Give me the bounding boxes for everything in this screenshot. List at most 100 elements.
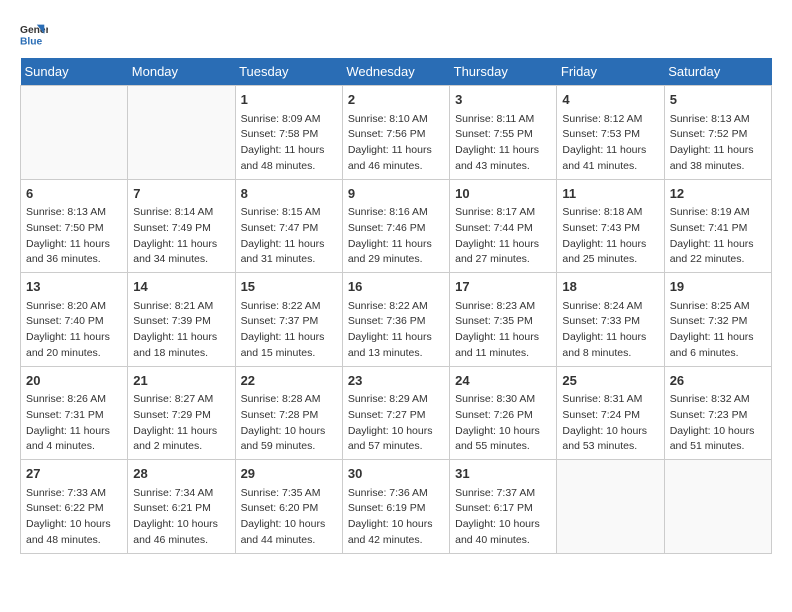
day-number: 12 <box>670 184 766 204</box>
day-number: 7 <box>133 184 229 204</box>
day-cell: 20Sunrise: 8:26 AM Sunset: 7:31 PM Dayli… <box>21 366 128 460</box>
day-number: 26 <box>670 371 766 391</box>
day-info: Sunrise: 7:36 AM Sunset: 6:19 PM Dayligh… <box>348 486 444 549</box>
logo: General Blue <box>20 20 52 48</box>
day-cell: 27Sunrise: 7:33 AM Sunset: 6:22 PM Dayli… <box>21 460 128 554</box>
day-info: Sunrise: 8:29 AM Sunset: 7:27 PM Dayligh… <box>348 392 444 455</box>
day-info: Sunrise: 8:22 AM Sunset: 7:37 PM Dayligh… <box>241 299 337 362</box>
day-info: Sunrise: 8:13 AM Sunset: 7:50 PM Dayligh… <box>26 205 122 268</box>
weekday-header-monday: Monday <box>128 58 235 86</box>
day-info: Sunrise: 8:24 AM Sunset: 7:33 PM Dayligh… <box>562 299 658 362</box>
day-info: Sunrise: 8:13 AM Sunset: 7:52 PM Dayligh… <box>670 112 766 175</box>
day-cell: 10Sunrise: 8:17 AM Sunset: 7:44 PM Dayli… <box>450 179 557 273</box>
day-cell: 24Sunrise: 8:30 AM Sunset: 7:26 PM Dayli… <box>450 366 557 460</box>
weekday-header-thursday: Thursday <box>450 58 557 86</box>
day-info: Sunrise: 8:21 AM Sunset: 7:39 PM Dayligh… <box>133 299 229 362</box>
day-cell: 17Sunrise: 8:23 AM Sunset: 7:35 PM Dayli… <box>450 273 557 367</box>
day-number: 8 <box>241 184 337 204</box>
svg-text:Blue: Blue <box>20 36 43 47</box>
day-cell: 15Sunrise: 8:22 AM Sunset: 7:37 PM Dayli… <box>235 273 342 367</box>
day-info: Sunrise: 8:30 AM Sunset: 7:26 PM Dayligh… <box>455 392 551 455</box>
day-cell: 26Sunrise: 8:32 AM Sunset: 7:23 PM Dayli… <box>664 366 771 460</box>
day-number: 21 <box>133 371 229 391</box>
day-cell: 7Sunrise: 8:14 AM Sunset: 7:49 PM Daylig… <box>128 179 235 273</box>
day-info: Sunrise: 7:34 AM Sunset: 6:21 PM Dayligh… <box>133 486 229 549</box>
day-number: 6 <box>26 184 122 204</box>
day-cell <box>21 86 128 180</box>
day-cell: 3Sunrise: 8:11 AM Sunset: 7:55 PM Daylig… <box>450 86 557 180</box>
page-header: General Blue <box>20 20 772 48</box>
week-row-5: 27Sunrise: 7:33 AM Sunset: 6:22 PM Dayli… <box>21 460 772 554</box>
day-info: Sunrise: 8:14 AM Sunset: 7:49 PM Dayligh… <box>133 205 229 268</box>
day-info: Sunrise: 8:22 AM Sunset: 7:36 PM Dayligh… <box>348 299 444 362</box>
day-info: Sunrise: 8:12 AM Sunset: 7:53 PM Dayligh… <box>562 112 658 175</box>
day-cell: 25Sunrise: 8:31 AM Sunset: 7:24 PM Dayli… <box>557 366 664 460</box>
day-info: Sunrise: 8:25 AM Sunset: 7:32 PM Dayligh… <box>670 299 766 362</box>
day-number: 27 <box>26 464 122 484</box>
day-cell: 13Sunrise: 8:20 AM Sunset: 7:40 PM Dayli… <box>21 273 128 367</box>
day-cell: 5Sunrise: 8:13 AM Sunset: 7:52 PM Daylig… <box>664 86 771 180</box>
day-number: 3 <box>455 90 551 110</box>
day-info: Sunrise: 8:10 AM Sunset: 7:56 PM Dayligh… <box>348 112 444 175</box>
day-cell: 1Sunrise: 8:09 AM Sunset: 7:58 PM Daylig… <box>235 86 342 180</box>
day-info: Sunrise: 8:18 AM Sunset: 7:43 PM Dayligh… <box>562 205 658 268</box>
day-number: 10 <box>455 184 551 204</box>
week-row-2: 6Sunrise: 8:13 AM Sunset: 7:50 PM Daylig… <box>21 179 772 273</box>
day-info: Sunrise: 8:16 AM Sunset: 7:46 PM Dayligh… <box>348 205 444 268</box>
day-cell: 29Sunrise: 7:35 AM Sunset: 6:20 PM Dayli… <box>235 460 342 554</box>
day-number: 20 <box>26 371 122 391</box>
day-number: 14 <box>133 277 229 297</box>
day-number: 30 <box>348 464 444 484</box>
day-number: 13 <box>26 277 122 297</box>
day-number: 28 <box>133 464 229 484</box>
day-number: 29 <box>241 464 337 484</box>
weekday-header-friday: Friday <box>557 58 664 86</box>
day-number: 19 <box>670 277 766 297</box>
day-cell: 23Sunrise: 8:29 AM Sunset: 7:27 PM Dayli… <box>342 366 449 460</box>
day-cell: 2Sunrise: 8:10 AM Sunset: 7:56 PM Daylig… <box>342 86 449 180</box>
day-info: Sunrise: 8:09 AM Sunset: 7:58 PM Dayligh… <box>241 112 337 175</box>
day-info: Sunrise: 8:27 AM Sunset: 7:29 PM Dayligh… <box>133 392 229 455</box>
day-cell: 30Sunrise: 7:36 AM Sunset: 6:19 PM Dayli… <box>342 460 449 554</box>
day-cell: 18Sunrise: 8:24 AM Sunset: 7:33 PM Dayli… <box>557 273 664 367</box>
day-info: Sunrise: 8:32 AM Sunset: 7:23 PM Dayligh… <box>670 392 766 455</box>
day-number: 5 <box>670 90 766 110</box>
weekday-header-tuesday: Tuesday <box>235 58 342 86</box>
weekday-header-saturday: Saturday <box>664 58 771 86</box>
day-cell: 14Sunrise: 8:21 AM Sunset: 7:39 PM Dayli… <box>128 273 235 367</box>
day-info: Sunrise: 8:31 AM Sunset: 7:24 PM Dayligh… <box>562 392 658 455</box>
day-info: Sunrise: 8:17 AM Sunset: 7:44 PM Dayligh… <box>455 205 551 268</box>
day-cell: 16Sunrise: 8:22 AM Sunset: 7:36 PM Dayli… <box>342 273 449 367</box>
day-cell: 21Sunrise: 8:27 AM Sunset: 7:29 PM Dayli… <box>128 366 235 460</box>
day-number: 4 <box>562 90 658 110</box>
calendar-table: SundayMondayTuesdayWednesdayThursdayFrid… <box>20 58 772 554</box>
day-number: 17 <box>455 277 551 297</box>
day-number: 15 <box>241 277 337 297</box>
day-number: 2 <box>348 90 444 110</box>
day-cell: 22Sunrise: 8:28 AM Sunset: 7:28 PM Dayli… <box>235 366 342 460</box>
week-row-3: 13Sunrise: 8:20 AM Sunset: 7:40 PM Dayli… <box>21 273 772 367</box>
day-info: Sunrise: 7:35 AM Sunset: 6:20 PM Dayligh… <box>241 486 337 549</box>
week-row-1: 1Sunrise: 8:09 AM Sunset: 7:58 PM Daylig… <box>21 86 772 180</box>
weekday-header-row: SundayMondayTuesdayWednesdayThursdayFrid… <box>21 58 772 86</box>
day-info: Sunrise: 8:28 AM Sunset: 7:28 PM Dayligh… <box>241 392 337 455</box>
day-cell: 4Sunrise: 8:12 AM Sunset: 7:53 PM Daylig… <box>557 86 664 180</box>
day-number: 16 <box>348 277 444 297</box>
day-info: Sunrise: 8:20 AM Sunset: 7:40 PM Dayligh… <box>26 299 122 362</box>
day-cell <box>557 460 664 554</box>
day-number: 18 <box>562 277 658 297</box>
day-info: Sunrise: 8:23 AM Sunset: 7:35 PM Dayligh… <box>455 299 551 362</box>
logo-icon: General Blue <box>20 20 48 48</box>
day-number: 9 <box>348 184 444 204</box>
day-number: 1 <box>241 90 337 110</box>
day-number: 11 <box>562 184 658 204</box>
day-number: 31 <box>455 464 551 484</box>
day-cell: 8Sunrise: 8:15 AM Sunset: 7:47 PM Daylig… <box>235 179 342 273</box>
day-info: Sunrise: 8:11 AM Sunset: 7:55 PM Dayligh… <box>455 112 551 175</box>
day-number: 22 <box>241 371 337 391</box>
day-cell: 6Sunrise: 8:13 AM Sunset: 7:50 PM Daylig… <box>21 179 128 273</box>
day-cell: 31Sunrise: 7:37 AM Sunset: 6:17 PM Dayli… <box>450 460 557 554</box>
day-info: Sunrise: 7:33 AM Sunset: 6:22 PM Dayligh… <box>26 486 122 549</box>
day-cell <box>664 460 771 554</box>
day-cell: 9Sunrise: 8:16 AM Sunset: 7:46 PM Daylig… <box>342 179 449 273</box>
